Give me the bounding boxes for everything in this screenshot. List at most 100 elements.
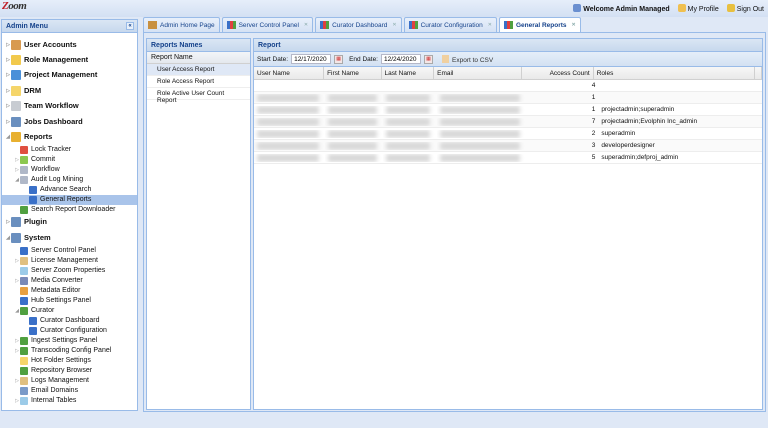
tree-item-media-converter[interactable]: ▷ Media Converter [2,276,137,286]
tab-curator-dashboard[interactable]: Curator Dashboard ✕ [315,17,402,32]
tree-item-metadata-editor[interactable]: Metadata Editor [2,286,137,296]
tab-label[interactable]: Curator Dashboard [332,22,387,29]
redacted-cell [254,153,325,162]
redacted-text [386,117,431,126]
tree-item-hub-settings-panel[interactable]: Hub Settings Panel [2,296,137,306]
general-reports-tab-icon [503,21,513,29]
tree-item-commit[interactable]: ▷ Commit [2,155,137,165]
tree-item-curator[interactable]: ◢ Curator [2,306,137,316]
tab-label[interactable]: Curator Configuration [421,22,483,29]
redacted-text [386,129,431,138]
tree-item-license-management[interactable]: ▷ License Management [2,256,137,266]
tree-item-system[interactable]: ◢ System [2,230,137,245]
role-management-icon [11,55,21,66]
tree-item-audit-log-mining[interactable]: ◢ Audit Log Mining [2,175,137,185]
sign-out-link[interactable]: Sign Out [726,4,764,13]
tree-item-logs-management[interactable]: ▷ Logs Management [2,376,137,386]
column-header-last-name[interactable]: Last Name [382,67,435,79]
column-header-roles[interactable]: Roles [594,67,755,79]
table-row[interactable]: 5 superadmin;defproj_admin [254,152,762,164]
tree-item-role-management[interactable]: ▷ Role Management [2,52,137,67]
report-name-item[interactable]: Role Active User Count Report [147,88,250,104]
my-profile-link[interactable]: My Profile [677,4,719,13]
tree-item-server-control-panel[interactable]: Server Control Panel [2,246,137,256]
table-row[interactable]: 7 projectadmin;Evolphin Inc_admin [254,116,762,128]
tree-item-plugin[interactable]: ▷ Plugin [2,215,137,230]
tree-item-email-domains[interactable]: Email Domains [2,386,137,396]
start-date-label: Start Date: [257,55,289,63]
table-row[interactable]: 1 [254,92,762,104]
tree-item-curator-configuration[interactable]: Curator Configuration [2,326,137,336]
redacted-text [386,93,431,102]
report-name-item[interactable]: User Access Report [147,64,250,76]
redacted-cell [437,129,526,138]
tree-item-ingest-settings-panel[interactable]: ▷ Ingest Settings Panel [2,336,137,346]
tab-general-reports[interactable]: General Reports ✕ [498,17,581,32]
access-count-cell: 5 [591,154,596,161]
media-converter-label: Media Converter [31,276,83,284]
tree-item-advance-search[interactable]: Advance Search [2,185,137,195]
transcoding-config-panel-label: Transcoding Config Panel [31,346,112,354]
tree-item-drm[interactable]: ▷ DRM [2,83,137,98]
column-header-email[interactable]: Email [434,67,522,79]
profile-icon [677,4,686,12]
tree-item-transcoding-config-panel[interactable]: ▷ Transcoding Config Panel [2,346,137,356]
table-row[interactable]: 2 superadmin [254,128,762,140]
close-tab-icon[interactable]: ✕ [392,22,396,28]
redacted-cell [383,129,436,138]
roles-cell: developerdesigner [601,142,655,149]
redacted-text [328,141,378,150]
tab-admin-home-page[interactable]: Admin Home Page [143,17,220,32]
workflow-icon [20,165,28,174]
tree-item-curator-dashboard[interactable]: Curator Dashboard [2,316,137,326]
tree-item-jobs-dashboard[interactable]: ▷ Jobs Dashboard [2,114,137,129]
tree-item-repository-browser[interactable]: Repository Browser [2,366,137,376]
close-tab-icon[interactable]: ✕ [572,22,576,28]
column-header-access-count[interactable]: Access Count [522,67,594,79]
export-csv-button[interactable]: Export to CSV [442,54,493,64]
close-tab-icon[interactable]: ✕ [304,22,308,28]
repository-browser-label: Repository Browser [31,366,93,374]
redacted-cell [383,105,436,114]
redacted-cell [254,105,325,114]
table-row[interactable]: 1 projectadmin;superadmin [254,104,762,116]
tree-item-reports[interactable]: ◢ Reports [2,129,137,144]
tab-label[interactable]: Admin Home Page [160,22,215,29]
tab-label[interactable]: General Reports [516,22,567,29]
tree-item-team-workflow[interactable]: ▷ Team Workflow [2,99,137,114]
redacted-text [257,105,319,114]
tree-item-workflow[interactable]: ▷ Workflow [2,165,137,175]
end-date-input[interactable] [381,54,421,64]
tree-item-hot-folder-settings[interactable]: Hot Folder Settings [2,356,137,366]
calendar-icon[interactable]: ▦ [334,54,344,64]
table-row[interactable]: 4 [254,80,762,92]
tree-item-general-reports[interactable]: General Reports [2,194,137,205]
tab-curator-configuration[interactable]: Curator Configuration ✕ [403,17,497,32]
user-accounts-label: User Accounts [24,39,77,49]
redacted-cell [437,93,526,102]
report-name-column-header[interactable]: Report Name [147,52,250,64]
ingest-settings-panel-label: Ingest Settings Panel [31,336,98,344]
redacted-text [439,153,520,162]
tree-item-internal-tables[interactable]: ▷ Internal Tables [2,396,137,406]
redacted-text [386,141,431,150]
collapse-panel-button[interactable]: « [126,22,134,30]
redacted-cell [325,105,383,114]
table-row[interactable]: 3 developerdesigner [254,140,762,152]
start-date-input[interactable] [291,54,332,64]
tree-item-user-accounts[interactable]: ▷ User Accounts [2,37,137,52]
tree-item-search-report-downloader[interactable]: Search Report Downloader [2,205,137,215]
tree-item-project-management[interactable]: ▷ Project Management [2,68,137,83]
tab-server-control-panel[interactable]: Server Control Panel ✕ [221,17,314,32]
tree-item-lock-tracker[interactable]: Lock Tracker [2,145,137,155]
zoom-logo: Zoom [2,0,27,12]
logs-management-icon [20,376,28,385]
tree-item-server-zoom-properties[interactable]: Server Zoom Properties [2,266,137,276]
close-tab-icon[interactable]: ✕ [488,22,492,28]
report-name-item[interactable]: Role Access Report [147,76,250,88]
column-header-first-name[interactable]: First Name [324,67,382,79]
column-header-user-name[interactable]: User Name [254,67,325,79]
redacted-cell [383,117,436,126]
calendar-icon[interactable]: ▦ [424,54,433,64]
tab-label[interactable]: Server Control Panel [239,22,299,29]
